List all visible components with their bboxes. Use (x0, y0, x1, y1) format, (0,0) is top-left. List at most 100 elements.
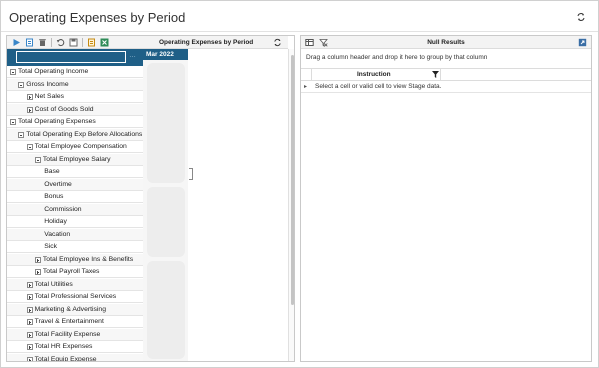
expand-icon[interactable] (26, 281, 33, 288)
instruction-column-label: Instruction (357, 71, 391, 78)
group-by-drop-zone[interactable]: Drag a column header and drop it here to… (306, 54, 487, 61)
period-header-mar-2022[interactable]: Mar 2022 (143, 49, 188, 60)
tree-row-label: Gross Income (26, 80, 69, 88)
expand-icon[interactable] (26, 106, 33, 113)
tree-row-label: Total Operating Income (18, 68, 89, 75)
collapse-icon[interactable] (10, 119, 16, 125)
tree-row-label: Total Utilities (34, 280, 73, 288)
expand-icon[interactable] (26, 319, 33, 325)
tree-row[interactable]: Total Utilities (7, 278, 143, 291)
instruction-cell: Select a cell or valid cell to view Stag… (315, 83, 442, 90)
tree-row-label: Total Payroll Taxes (42, 268, 100, 275)
tree-row[interactable]: Total Payroll Taxes (7, 266, 143, 278)
period-values-blurred (147, 261, 185, 359)
save-icon[interactable] (69, 38, 78, 47)
tree-row[interactable]: Overtime (7, 178, 143, 191)
tree-row[interactable]: Total Operating Exp Before Allocations (7, 128, 143, 141)
collapse-icon[interactable] (26, 144, 33, 150)
instruction-column-header[interactable]: Instruction (311, 68, 441, 81)
title-bar: Operating Expenses by Period (1, 1, 598, 32)
filter-icon[interactable] (432, 71, 439, 78)
toolbar-separator (82, 38, 83, 47)
tree-row[interactable]: Total HR Expenses (7, 341, 143, 353)
tree-row-label: Marketing & Advertising (34, 305, 106, 313)
expand-icon[interactable] (26, 344, 33, 350)
play-icon[interactable] (12, 38, 21, 47)
tree-row[interactable]: Cost of Goods Sold (7, 103, 143, 116)
collapse-icon[interactable] (18, 131, 25, 138)
report-icon[interactable] (87, 38, 96, 47)
results-grid-header: Instruction (301, 68, 591, 81)
hierarchy-filter-input[interactable] (16, 51, 126, 63)
app-window: Operating Expenses by Period Operating E… (0, 0, 599, 368)
tree-row[interactable]: Holiday (7, 216, 143, 228)
tree-row[interactable]: Total Employee Compensation (7, 141, 143, 153)
tree-row[interactable]: Total Operating Income (7, 66, 143, 78)
tree-row-label: Overtime (44, 180, 72, 188)
tree-row[interactable]: Total Facility Expense (7, 328, 143, 341)
excel-icon[interactable] (100, 38, 109, 47)
collapse-icon[interactable] (34, 156, 41, 163)
expand-icon[interactable] (578, 38, 587, 47)
tree-row-label: Cost of Goods Sold (34, 105, 94, 113)
tree-row[interactable]: Total Equip Expense (7, 353, 143, 362)
table-row[interactable]: ▸ Select a cell or valid cell to view St… (301, 81, 591, 93)
tree-row-label: Total Operating Expenses (18, 118, 96, 125)
delete-icon[interactable] (38, 38, 47, 47)
tree-row-label: Commission (44, 205, 82, 213)
null-results-panel: Null Results Drag a column header and dr… (300, 35, 592, 362)
expand-icon[interactable] (34, 269, 41, 275)
expand-icon[interactable] (26, 306, 33, 313)
expand-icon[interactable] (26, 331, 33, 338)
collapse-icon[interactable] (10, 69, 16, 75)
expand-icon[interactable] (34, 256, 41, 263)
new-document-icon[interactable] (25, 38, 34, 47)
tree-row[interactable]: Total Employee Salary (7, 153, 143, 166)
tree-row[interactable]: Total Operating Expenses (7, 116, 143, 128)
hierarchy-toolbar (7, 36, 143, 49)
tree-row[interactable]: Bonus (7, 191, 143, 203)
period-values-blurred (147, 63, 185, 183)
period-column: Mar 2022 (143, 49, 188, 361)
filter-clear-icon[interactable]: … (129, 52, 136, 59)
sync-icon[interactable] (576, 12, 586, 22)
tree-row-label: Vacation (44, 230, 71, 238)
tree-row-label: Net Sales (34, 93, 65, 100)
tree-row-label: Bonus (44, 193, 64, 200)
collapse-icon[interactable] (18, 81, 25, 88)
undo-icon[interactable] (56, 38, 65, 47)
tree-row-label: Total Employee Ins & Benefits (42, 255, 134, 263)
tree-row[interactable]: Gross Income (7, 78, 143, 91)
period-values-blurred (147, 187, 185, 257)
expand-icon[interactable] (26, 356, 33, 361)
row-expand-icon[interactable]: ▸ (304, 83, 307, 90)
sync-icon[interactable] (273, 38, 282, 47)
expand-icon[interactable] (26, 294, 33, 300)
tree-row[interactable]: Vacation (7, 228, 143, 241)
hierarchy-filter-row: … (7, 49, 143, 66)
column-header-label: Operating Expenses by Period (159, 39, 254, 46)
tree-row[interactable]: Marketing & Advertising (7, 303, 143, 316)
page-title: Operating Expenses by Period (9, 10, 186, 25)
expand-icon[interactable] (26, 94, 33, 100)
tree-row[interactable]: Travel & Entertainment (7, 316, 143, 328)
tree-row-label: Total Employee Compensation (34, 143, 127, 150)
tree-row[interactable]: Total Employee Ins & Benefits (7, 253, 143, 266)
tree-row-label: Total Operating Exp Before Allocations (26, 130, 143, 138)
tree-row[interactable]: Commission (7, 203, 143, 216)
period-column-header[interactable]: Operating Expenses by Period (143, 36, 288, 49)
tree-row[interactable]: Sick (7, 241, 143, 253)
scrollbar-thumb[interactable] (291, 55, 294, 305)
tree-row-label: Total Equip Expense (34, 355, 97, 362)
tree-row-label: Holiday (44, 218, 67, 225)
tree-row[interactable]: Total Professional Services (7, 291, 143, 303)
tree-row-label: Total Professional Services (34, 293, 117, 300)
tree-row-label: Travel & Entertainment (34, 318, 104, 325)
hierarchy-panel: Operating Expenses by Period … Mar 2022 … (6, 35, 295, 362)
tree-row-label: Total HR Expenses (34, 343, 93, 350)
vertical-scrollbar[interactable] (288, 49, 294, 361)
tree-row[interactable]: Net Sales (7, 91, 143, 103)
tree-row-label: Base (44, 168, 60, 175)
tree-row[interactable]: Base (7, 166, 143, 178)
text-cursor (189, 168, 193, 180)
